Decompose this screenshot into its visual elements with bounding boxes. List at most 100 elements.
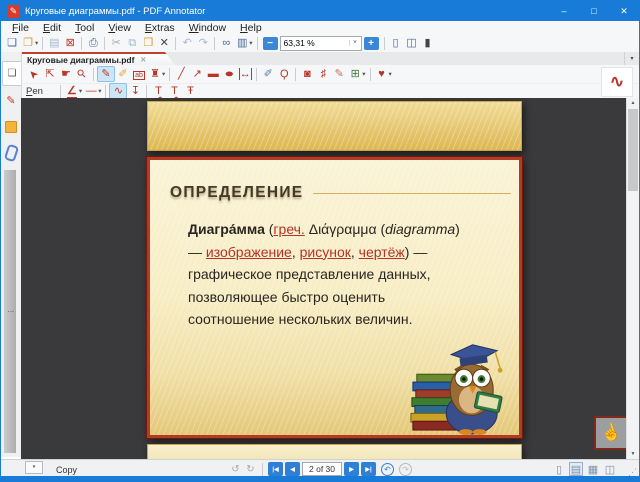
menu-edit[interactable]: Edit (36, 22, 68, 34)
lasso-tool-button[interactable]: Ϙ (276, 67, 292, 81)
pen-width-button[interactable]: — (83, 84, 99, 98)
measure-tool-button[interactable]: ↔ (237, 67, 253, 81)
fit-page-button[interactable]: ▯ (388, 35, 404, 51)
document-tab[interactable]: Круговые диаграммы.pdf ✕ (21, 52, 175, 65)
add-image-dropdown-arrow[interactable]: ▾ (362, 70, 365, 78)
line-tool-button[interactable]: ╱ (173, 67, 189, 81)
close-document-button[interactable]: ⊠ (62, 35, 78, 51)
redo-button[interactable]: ↷ (195, 35, 211, 51)
zoom-dropdown-arrow[interactable]: ˅ (349, 40, 361, 46)
crop-tool-button[interactable]: ♯ (315, 67, 331, 81)
sidebar-tab-annotations[interactable]: ✎ (2, 89, 20, 112)
zoom-tool-button[interactable]: ⚲ (74, 67, 90, 81)
scroll-down-button[interactable]: ▼ (627, 449, 639, 459)
menu-file[interactable]: File (5, 22, 36, 34)
print-button[interactable]: ⎙ (85, 35, 101, 51)
ellipse-tool-button[interactable]: ● (221, 67, 237, 81)
first-page-button[interactable]: |◀ (268, 462, 283, 476)
page-overview-button[interactable]: ▥ (234, 35, 250, 51)
text-box-tool-button[interactable]: ab (131, 67, 147, 81)
pressure-toggle[interactable]: ↧ (127, 84, 143, 98)
toolbar-separator (60, 85, 61, 98)
page-overview-dropdown-arrow[interactable]: ▾ (249, 39, 252, 47)
sidebar-tab-attachments[interactable] (2, 141, 20, 164)
facing-pages-view-button[interactable]: ◫ (603, 462, 617, 476)
back-view-button[interactable]: ↶ (381, 463, 394, 476)
open-dropdown-arrow[interactable]: ▾ (35, 39, 38, 47)
scroll-up-button[interactable]: ▲ (627, 98, 639, 108)
sidebar-tab-pages[interactable]: ❏ (2, 61, 21, 86)
page-indicator[interactable]: 2 of 30 (302, 462, 342, 476)
document-view-area[interactable]: ОПРЕДЕЛЕНИЕ Диагра́мма (греч. Διάγραμμα … (21, 98, 629, 459)
text-smoothing-option-a[interactable]: T (150, 84, 166, 98)
edit-annotation-tool-button[interactable]: ✎ (331, 67, 347, 81)
arrow-tool-button[interactable]: ↗ (189, 67, 205, 81)
tab-close-icon[interactable]: ✕ (140, 56, 146, 64)
close-button[interactable]: ✕ (609, 1, 639, 21)
link-grech[interactable]: греч. (273, 221, 304, 237)
undo-button[interactable]: ↶ (179, 35, 195, 51)
select-tool-button[interactable]: ➤ (26, 67, 42, 81)
cut-button[interactable]: ✂ (108, 35, 124, 51)
new-document-button[interactable]: ❏ (4, 35, 20, 51)
menu-help[interactable]: Help (233, 22, 269, 34)
pen-color-button[interactable]: ∠ (64, 84, 80, 98)
link-risunok[interactable]: рисунок (300, 244, 351, 260)
snapshot-tool-button[interactable]: ◙ (299, 67, 315, 81)
pen-width-dropdown-arrow[interactable]: ▾ (98, 87, 101, 95)
pen-color-dropdown-arrow[interactable]: ▾ (79, 87, 82, 95)
link-izobrazhenie[interactable]: изображение (206, 244, 292, 260)
rectangle-tool-button[interactable]: ▬ (205, 67, 221, 81)
last-page-button[interactable]: ▶| (361, 462, 376, 476)
scrollbar-thumb[interactable] (628, 109, 638, 191)
save-button[interactable]: ▤ (46, 35, 62, 51)
marker-tool-button[interactable]: ✐ (115, 67, 131, 81)
copy-button[interactable]: ⧉ (124, 35, 140, 51)
sidebar-collapse-button[interactable]: ▾ (25, 461, 43, 474)
pdf-page-previous-partial[interactable] (147, 101, 522, 151)
minimize-button[interactable]: – (549, 1, 579, 21)
vertical-scrollbar[interactable]: ▲ ▼ (626, 98, 639, 459)
previous-page-button[interactable]: ◀ (285, 462, 300, 476)
add-image-tool-button[interactable]: ⊞ (347, 67, 363, 81)
favorites-button[interactable]: ♥ (374, 67, 390, 81)
delete-button[interactable]: ✕ (156, 35, 172, 51)
zoom-input[interactable] (281, 38, 349, 48)
maximize-button[interactable]: □ (579, 1, 609, 21)
menu-window[interactable]: Window (182, 22, 233, 34)
fit-width-button[interactable]: ◫ (404, 35, 420, 51)
eraser-tool-button[interactable]: ✐ (260, 67, 276, 81)
menu-extras[interactable]: Extras (138, 22, 182, 34)
zoom-out-button[interactable]: − (263, 37, 278, 50)
pdf-page-next-partial[interactable] (147, 444, 522, 459)
next-page-button[interactable]: ▶ (344, 462, 359, 476)
sidebar-tab-index[interactable] (2, 115, 20, 138)
smooth-stroke-toggle[interactable]: ∿ (109, 83, 127, 99)
pen-tool-button[interactable]: ✎ (97, 66, 115, 82)
rotate-left-button[interactable]: ↺ (229, 464, 242, 475)
multiple-pages-view-button[interactable]: ▦ (586, 462, 600, 476)
link-chertezh[interactable]: чертёж (359, 244, 405, 260)
full-page-view-button[interactable]: ▮ (420, 35, 436, 51)
pdf-page-current[interactable]: ОПРЕДЕЛЕНИЕ Диагра́мма (греч. Διάγραμμα … (147, 157, 522, 438)
stamp-dropdown-arrow[interactable]: ▾ (162, 70, 165, 78)
favorites-dropdown-arrow[interactable]: ▾ (389, 70, 392, 78)
paste-button[interactable]: ❒ (140, 35, 156, 51)
continuous-view-button[interactable]: ▤ (569, 462, 583, 476)
forward-view-button[interactable]: ↷ (399, 463, 412, 476)
text-smoothing-option-c[interactable]: Ŧ (182, 84, 198, 98)
pan-mode-button[interactable]: ☝ (594, 416, 628, 450)
single-page-view-button[interactable]: ▯ (552, 462, 566, 476)
open-document-button[interactable]: ❐ (20, 35, 36, 51)
sidebar-splitter[interactable]: ⋮ (4, 170, 16, 453)
menu-tool[interactable]: Tool (68, 22, 101, 34)
menu-view[interactable]: View (101, 22, 138, 34)
tab-overflow-button[interactable]: ▾ (624, 52, 639, 65)
text-smoothing-option-b[interactable]: T (166, 84, 182, 98)
find-button[interactable]: ∞ (218, 35, 234, 51)
stamp-tool-button[interactable]: ♜ (147, 67, 163, 81)
rotate-right-button[interactable]: ↻ (244, 464, 257, 475)
zoom-in-button[interactable]: + (364, 37, 379, 50)
pan-tool-button[interactable]: ☛ (58, 67, 74, 81)
select-annotation-tool-button[interactable]: ⇱ (42, 67, 58, 81)
